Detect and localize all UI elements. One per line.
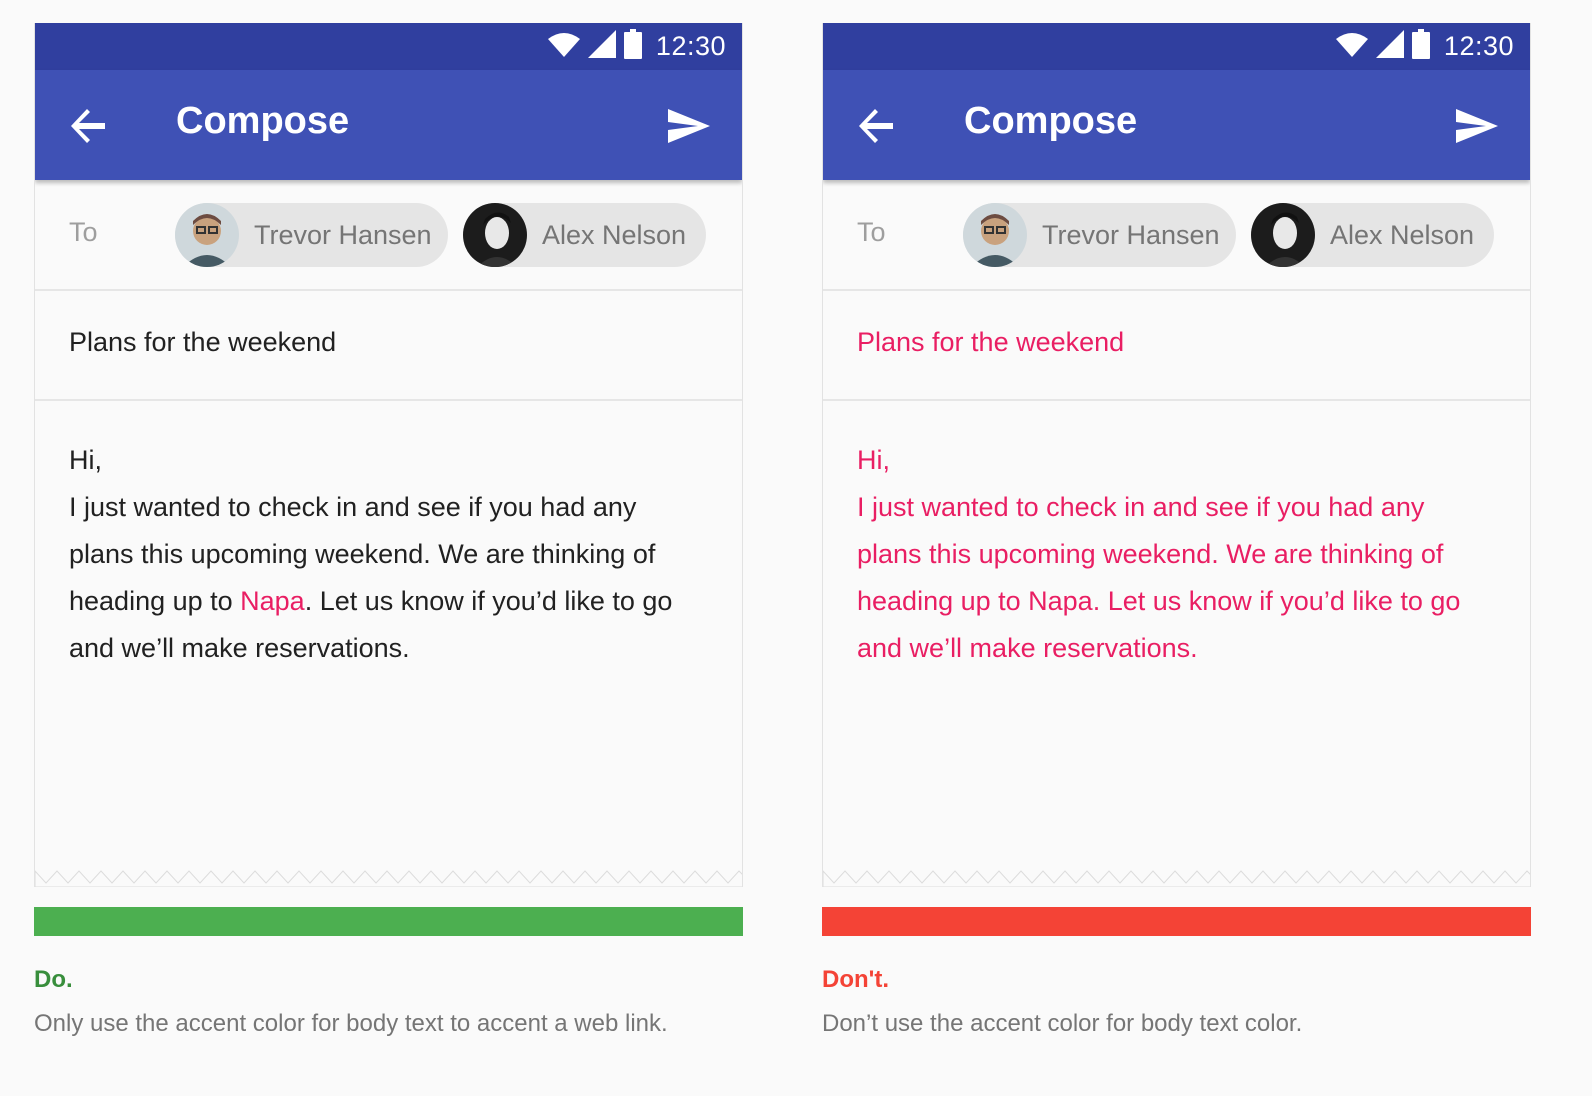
dont-example: 12:30 Compose To Trevor Hansen Alex Nels… [822,23,1531,1038]
status-bar: 12:30 [823,23,1530,70]
phone-mockup: 12:30 Compose To Trevor Hansen Alex Nels… [34,23,743,887]
do-indicator-bar [34,907,743,936]
avatar [1251,203,1315,267]
body-text: heading up to [857,586,1029,616]
body-line: plans this upcoming weekend. We are thin… [857,539,1444,569]
dont-label: Don't. [822,966,890,993]
dont-indicator-bar [822,907,1531,936]
napa-link[interactable]: Napa [240,586,305,616]
chip-label: Trevor Hansen [1042,219,1220,250]
recipient-chip[interactable]: Alex Nelson [1251,203,1494,267]
status-bar: 12:30 [35,23,742,70]
message-body[interactable]: Hi, I just wanted to check in and see if… [823,401,1530,672]
signal-icon [1375,30,1404,63]
torn-edge [823,870,1530,887]
app-bar: Compose [823,70,1530,180]
body-line: I just wanted to check in and see if you… [69,492,637,522]
to-label: To [69,217,98,247]
subject-text: Plans for the weekend [69,327,337,357]
battery-icon [1411,29,1430,64]
subject-text: Plans for the weekend [857,327,1125,357]
status-time: 12:30 [655,31,726,61]
body-line: Hi, [69,445,102,475]
arrow-back-icon[interactable] [857,106,897,146]
send-icon[interactable] [1454,103,1500,149]
to-row[interactable]: To Trevor Hansen Alex Nelson [35,180,742,291]
avatar [175,203,239,267]
body-line: plans this upcoming weekend. We are thin… [69,539,656,569]
chip-label: Trevor Hansen [254,219,432,250]
to-row[interactable]: To Trevor Hansen Alex Nelson [823,180,1530,291]
body-line: Hi, [857,445,890,475]
body-text: . Let us know if you’d like to go [304,586,673,616]
subject-field[interactable]: Plans for the weekend [35,291,742,401]
app-bar: Compose [35,70,742,180]
body-line: and we’ll make reservations. [69,633,410,663]
body-text: heading up to [69,586,241,616]
dont-caption: Don’t use the accent color for body text… [822,1010,1303,1037]
wifi-icon [1335,31,1368,62]
subject-field[interactable]: Plans for the weekend [823,291,1530,401]
body-line: and we’ll make reservations. [857,633,1198,663]
chip-label: Alex Nelson [542,219,687,250]
arrow-back-icon[interactable] [69,106,109,146]
napa-link[interactable]: Napa [1028,586,1093,616]
body-text: . Let us know if you’d like to go [1092,586,1461,616]
avatar [963,203,1027,267]
phone-mockup: 12:30 Compose To Trevor Hansen Alex Nels… [822,23,1531,887]
body-line: heading up to Napa. Let us know if you’d… [69,578,708,625]
signal-icon [587,30,616,63]
status-time: 12:30 [1443,31,1514,61]
do-example: 12:30 Compose To Trevor Hansen Alex Nels… [34,23,743,1038]
avatar [463,203,527,267]
app-title: Compose [176,100,350,142]
battery-icon [623,29,642,64]
recipient-chip[interactable]: Trevor Hansen [175,203,448,267]
do-label: Do. [34,966,73,993]
to-label: To [857,217,886,247]
app-title: Compose [964,100,1138,142]
body-line: I just wanted to check in and see if you… [857,492,1425,522]
recipient-chip[interactable]: Alex Nelson [463,203,706,267]
wifi-icon [547,31,580,62]
send-icon[interactable] [666,103,712,149]
body-line: heading up to Napa. Let us know if you’d… [857,578,1496,625]
message-body[interactable]: Hi, I just wanted to check in and see if… [35,401,742,672]
do-caption: Only use the accent color for body text … [34,1010,668,1037]
chip-label: Alex Nelson [1330,219,1475,250]
torn-edge [35,870,742,887]
recipient-chip[interactable]: Trevor Hansen [963,203,1236,267]
